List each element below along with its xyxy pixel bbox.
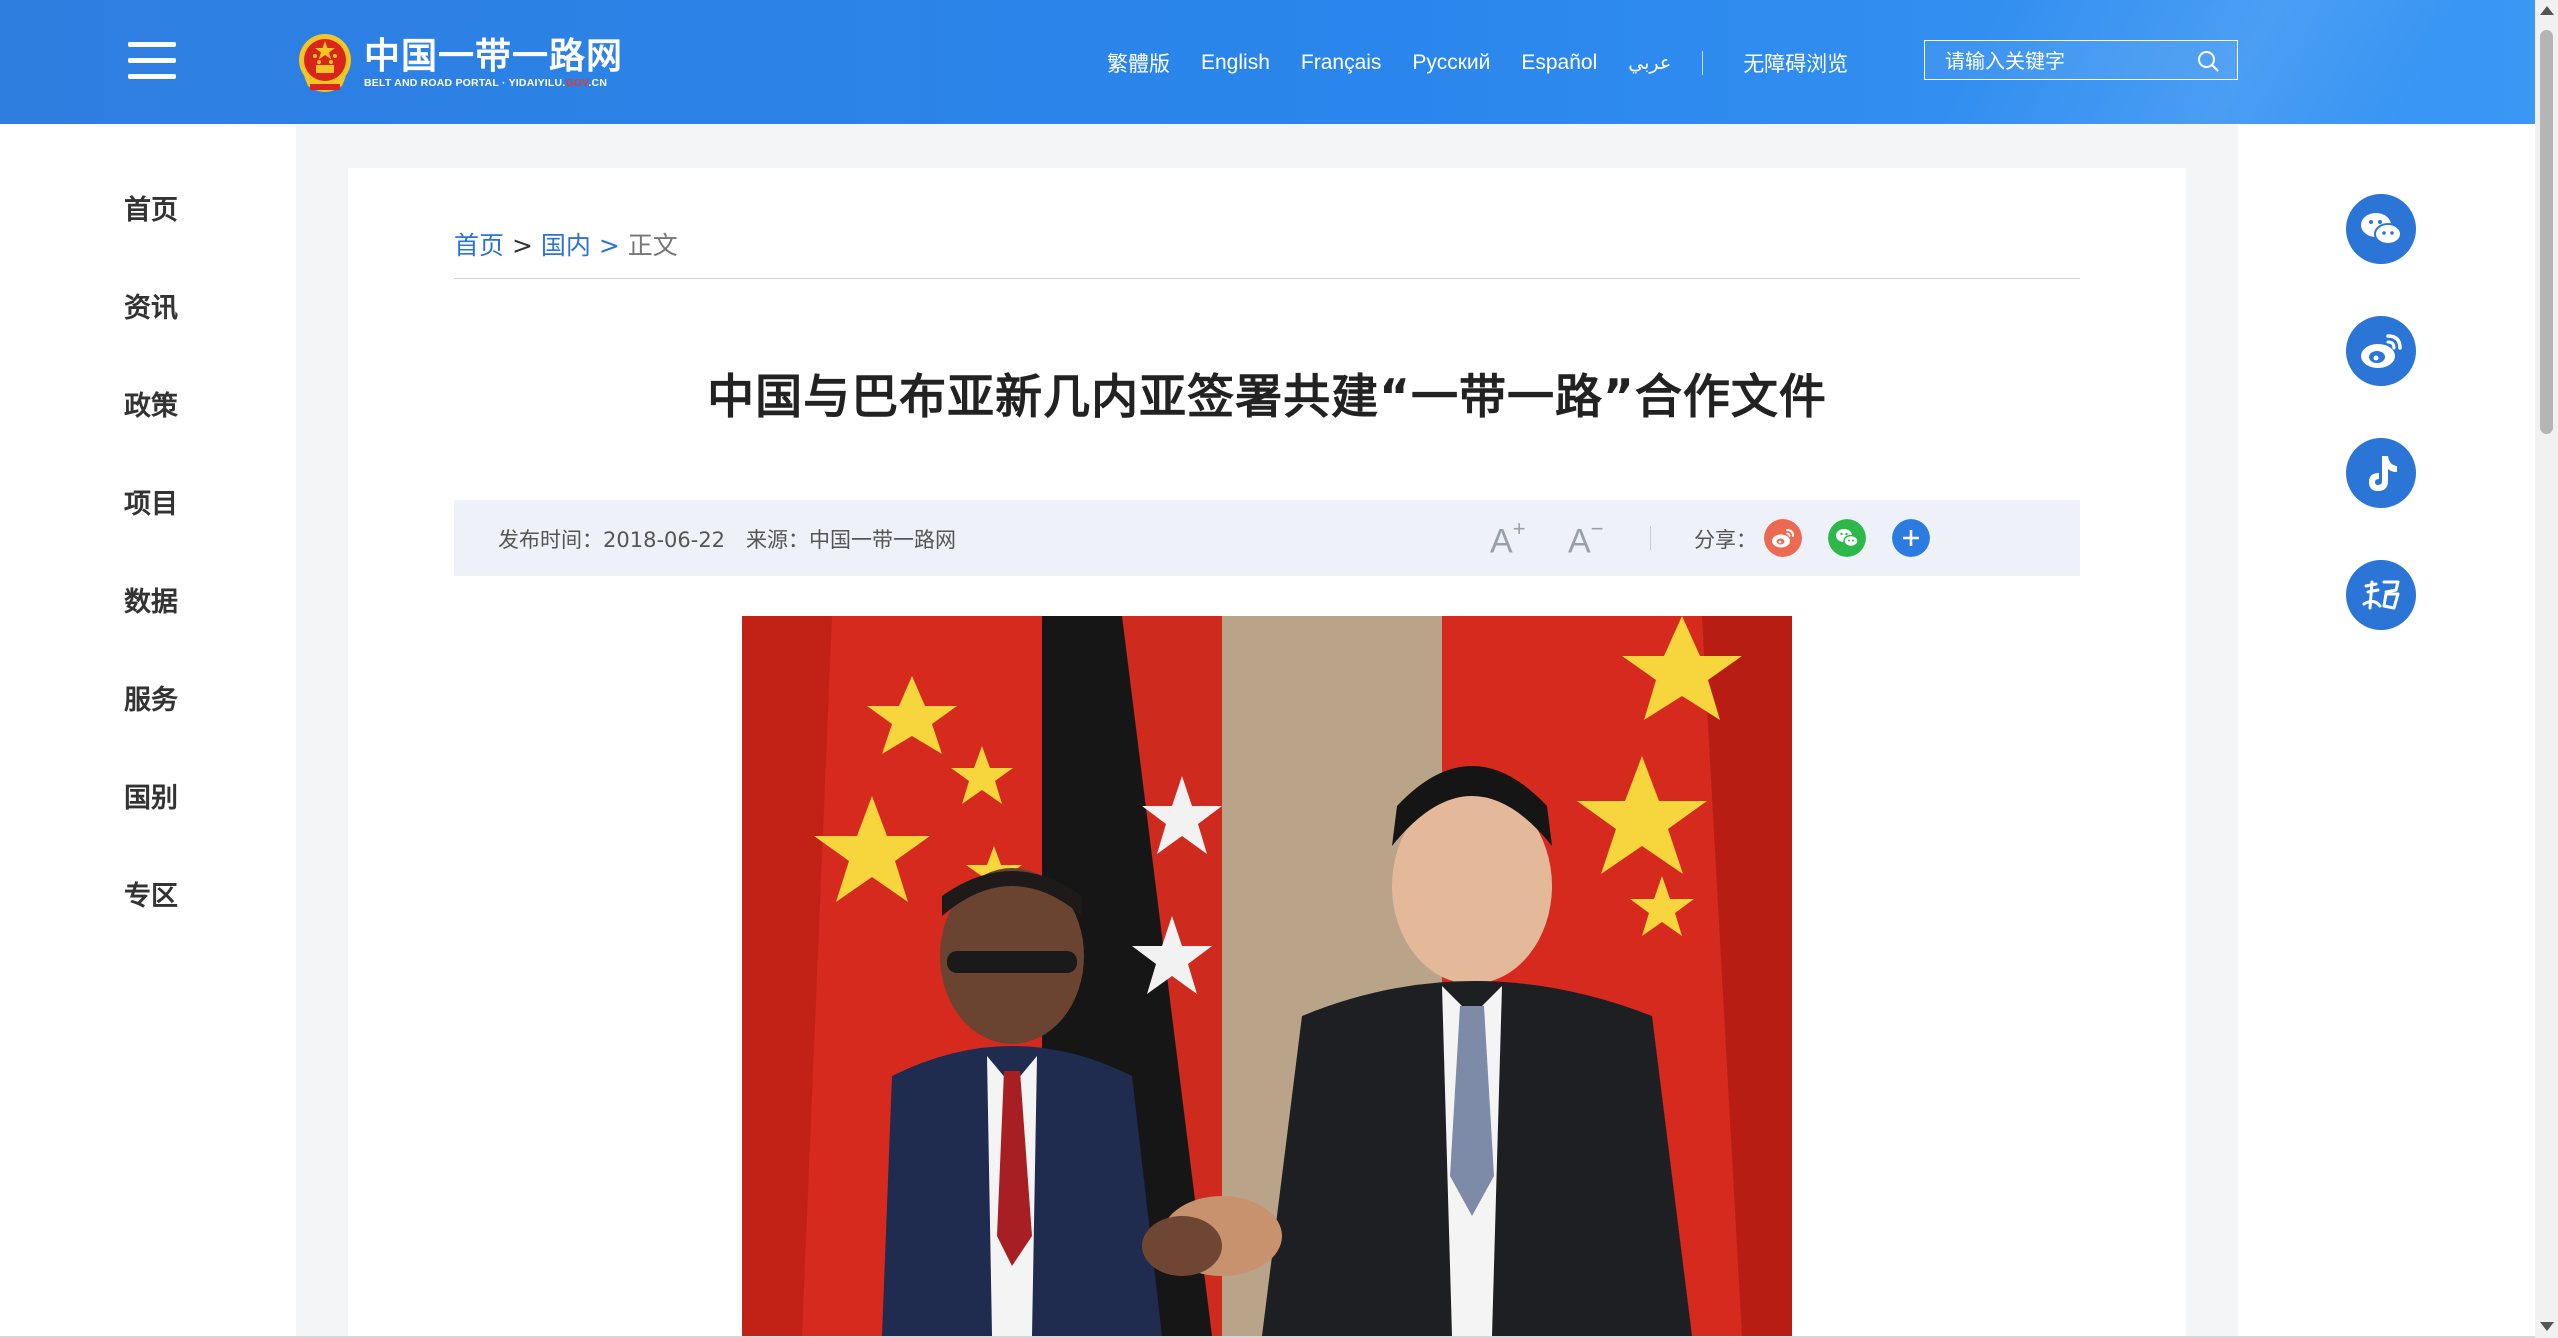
douyin-icon: [2369, 456, 2397, 491]
breadcrumb: 首页 > 国内 > 正文: [454, 226, 678, 262]
article-photo: [742, 616, 1792, 1336]
nav-item-projects[interactable]: 项目: [124, 482, 178, 521]
lang-arabic[interactable]: عربي: [1628, 52, 1671, 74]
nav-item-news[interactable]: 资讯: [124, 286, 178, 325]
nav-item-home[interactable]: 首页: [124, 188, 178, 227]
article-meta-bar: 发布时间：2018-06-22 来源：中国一带一路网 A+ A− 分享：: [454, 500, 2080, 576]
article-source: 来源：中国一带一路网: [746, 528, 956, 552]
more-plus-icon[interactable]: [1892, 519, 1930, 557]
nav-item-services[interactable]: 服务: [124, 678, 178, 717]
weibo-float-button[interactable]: [2346, 316, 2416, 386]
scroll-thumb[interactable]: [2540, 30, 2553, 434]
lang-spanish[interactable]: Español: [1521, 51, 1597, 75]
breadcrumb-separator: >: [511, 231, 533, 260]
font-decrease-button[interactable]: A−: [1568, 516, 1604, 561]
lang-traditional-chinese[interactable]: 繁體版: [1107, 48, 1170, 78]
breadcrumb-home[interactable]: 首页: [454, 231, 504, 260]
douyin-float-button[interactable]: [2346, 438, 2416, 508]
nav-item-special[interactable]: 专区: [124, 874, 178, 913]
lang-english[interactable]: English: [1201, 51, 1270, 75]
logo-title: 中国一带一路网: [364, 35, 624, 77]
divider: [1702, 51, 1704, 75]
scroll-up-icon[interactable]: [2540, 6, 2554, 15]
font-increase-button[interactable]: A+: [1490, 516, 1526, 561]
accessibility-link[interactable]: 无障碍浏览: [1743, 48, 1848, 78]
xuexi-icon: [2362, 580, 2400, 610]
breadcrumb-current: 正文: [627, 231, 678, 260]
language-switcher: 繁體版 English Français Русский Español عرب…: [1107, 48, 1879, 78]
top-header: 中国一带一路网 BELT AND ROAD PORTAL · YIDAIYILU…: [0, 0, 2535, 124]
lang-french[interactable]: Français: [1301, 51, 1382, 75]
scroll-down-icon[interactable]: [2540, 1322, 2554, 1331]
nav-item-data[interactable]: 数据: [124, 580, 178, 619]
left-nav: 首页 资讯 政策 项目 数据 服务 国别 专区: [0, 124, 296, 1338]
national-emblem-icon: [299, 34, 351, 92]
site-logo[interactable]: 中国一带一路网 BELT AND ROAD PORTAL · YIDAIYILU…: [296, 30, 623, 96]
xuexi-float-button[interactable]: [2346, 560, 2416, 630]
divider: [454, 278, 2080, 279]
publish-time: 发布时间：2018-06-22: [498, 528, 726, 552]
logo-subtitle: BELT AND ROAD PORTAL · YIDAIYILU.GOV.CN: [364, 77, 608, 89]
vertical-scrollbar[interactable]: [2535, 0, 2558, 1338]
nav-item-policy[interactable]: 政策: [124, 384, 178, 423]
breadcrumb-section[interactable]: 国内: [541, 231, 591, 260]
wechat-float-button[interactable]: [2346, 194, 2416, 264]
wechat-icon[interactable]: [1828, 519, 1866, 557]
wechat-icon: [2361, 213, 2402, 245]
weibo-icon[interactable]: [1764, 519, 1802, 557]
divider: [1650, 526, 1651, 550]
search-box: [1924, 40, 2238, 81]
share-label: 分享：: [1694, 528, 1757, 552]
article-title: 中国与巴布亚新几内亚签署共建“一带一路”合作文件: [707, 370, 1827, 425]
menu-icon[interactable]: [128, 42, 176, 82]
search-icon[interactable]: [2197, 50, 2219, 72]
weibo-icon: [2361, 334, 2402, 368]
breadcrumb-separator: >: [598, 231, 620, 260]
search-input[interactable]: [1943, 41, 2197, 81]
nav-item-countries[interactable]: 国别: [124, 776, 178, 815]
lang-russian[interactable]: Русский: [1412, 51, 1490, 75]
